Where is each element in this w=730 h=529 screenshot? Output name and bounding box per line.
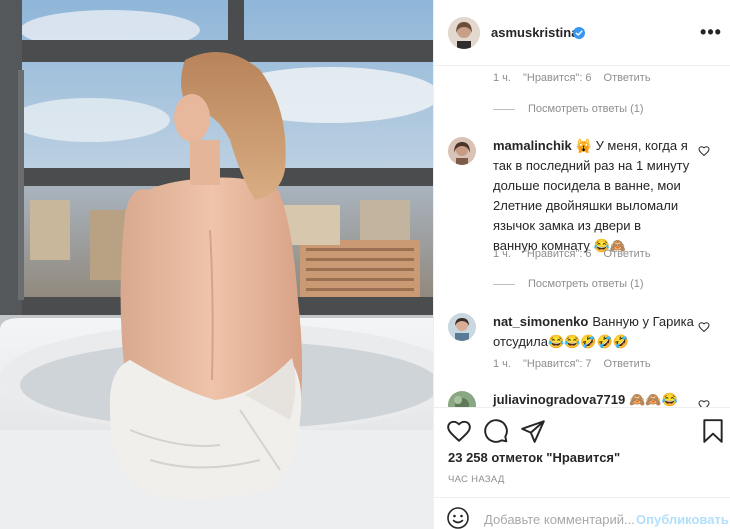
comment-line: 🙀 У меня, когда я xyxy=(575,138,688,153)
comment-line: дольше посидела в ванне, мои xyxy=(493,178,681,193)
verified-badge-icon xyxy=(573,26,585,39)
reply-button[interactable]: Ответить xyxy=(604,358,651,370)
divider-line xyxy=(493,283,515,285)
comment-likes[interactable]: "Нравится": 6 xyxy=(523,248,592,260)
comment-line: отсудила😂😂🤣🤣🤣 xyxy=(493,334,629,349)
comment-like-heart-icon[interactable] xyxy=(698,320,710,333)
comment-like-heart-icon[interactable] xyxy=(698,144,710,157)
comment-meta: 1 ч. "Нравится": 6 Ответить xyxy=(493,72,663,84)
view-replies-label: Посмотреть ответы (1) xyxy=(528,278,644,290)
comment-text: juliavinogradova7719 🙈🙈😂 xyxy=(493,390,723,407)
reply-button[interactable]: Ответить xyxy=(604,72,651,84)
like-heart-icon[interactable] xyxy=(446,418,472,444)
comment-time: 1 ч. xyxy=(493,248,511,260)
comment-text: nat_simonenko Ванную у Гарика отсудила😂😂🤣… xyxy=(493,312,703,352)
comment-time: 1 ч. xyxy=(493,72,511,84)
post-actions: 23 258 отметок "Нравится" ЧАС НАЗАД xyxy=(434,407,730,497)
comment-time: 1 ч. xyxy=(493,358,511,370)
comment-line: 🙈🙈😂 xyxy=(629,392,678,407)
view-replies-label: Посмотреть ответы (1) xyxy=(528,103,644,115)
comment-input[interactable]: Добавьте комментарий... xyxy=(484,512,635,527)
comment-icon[interactable] xyxy=(483,418,509,444)
commenter-avatar[interactable] xyxy=(448,137,476,165)
comment-username[interactable]: juliavinogradova7719 xyxy=(493,392,625,407)
comment-username[interactable]: nat_simonenko xyxy=(493,314,588,329)
likes-count[interactable]: 23 258 отметок "Нравится" xyxy=(448,450,620,465)
post-photo[interactable] xyxy=(0,0,433,529)
add-comment-bar: Добавьте комментарий... Опубликовать xyxy=(434,497,730,529)
post-timestamp: ЧАС НАЗАД xyxy=(448,474,505,485)
reply-button[interactable]: Ответить xyxy=(604,248,651,260)
post-image xyxy=(0,0,433,529)
comment-line: язычок замка из двери в xyxy=(493,218,642,233)
share-icon[interactable] xyxy=(520,418,546,444)
post-header: asmuskristina ••• xyxy=(434,0,730,66)
author-username[interactable]: asmuskristina xyxy=(491,25,578,40)
publish-button[interactable]: Опубликовать xyxy=(636,512,729,527)
comment-line: Ванную у Гарика xyxy=(592,314,694,329)
comment-like-heart-icon[interactable] xyxy=(698,398,710,407)
bookmark-icon[interactable] xyxy=(700,418,726,444)
commenter-avatar[interactable] xyxy=(448,313,476,341)
post-side-panel: asmuskristina ••• 1 ч. "Нравится": 6 Ответ… xyxy=(433,0,730,529)
view-replies-button[interactable]: Посмотреть ответы (1) xyxy=(493,278,644,290)
comment-line: 2летние двойняшки выломали xyxy=(493,198,679,213)
comment-username[interactable]: mamalinchik xyxy=(493,138,572,153)
comment-text: mamalinchik 🙀 У меня, когда я так в после… xyxy=(493,136,703,256)
emoji-icon[interactable] xyxy=(446,506,470,529)
comment-likes[interactable]: "Нравится": 6 xyxy=(523,72,592,84)
commenter-avatar[interactable] xyxy=(448,391,476,407)
comment-meta: 1 ч. "Нравится": 7 Ответить xyxy=(493,358,663,370)
comments-list[interactable]: 1 ч. "Нравится": 6 Ответить Посмотреть отв… xyxy=(434,66,730,407)
more-options-icon[interactable]: ••• xyxy=(699,20,723,44)
view-replies-button[interactable]: Посмотреть ответы (1) xyxy=(493,103,644,115)
comment-likes[interactable]: "Нравится": 7 xyxy=(523,358,592,370)
comment-line: так в последний раз на 1 минуту xyxy=(493,158,690,173)
author-avatar[interactable] xyxy=(448,17,480,49)
comment-meta: 1 ч. "Нравится": 6 Ответить xyxy=(493,248,663,260)
divider-line xyxy=(493,108,515,110)
